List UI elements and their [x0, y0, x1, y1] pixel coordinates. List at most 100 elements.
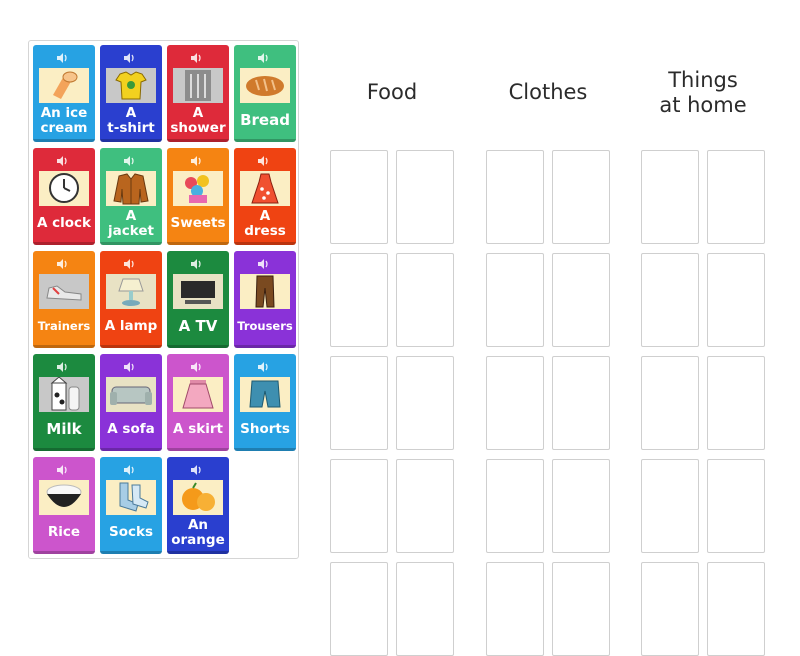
speaker-icon[interactable]	[190, 255, 202, 269]
drop-slot-food[interactable]	[396, 253, 454, 347]
card-label: Trainers	[37, 319, 91, 333]
card-label: A shower	[170, 104, 226, 136]
card-orange[interactable]: An orange	[167, 457, 229, 554]
speaker-icon[interactable]	[257, 358, 269, 372]
card-label: A clock	[36, 215, 92, 231]
drop-slot-food[interactable]	[330, 150, 388, 244]
speaker-icon[interactable]	[56, 358, 68, 372]
drop-slot-things-at-home[interactable]	[707, 562, 765, 656]
card-lamp[interactable]: A lamp	[100, 251, 162, 348]
drop-slot-things-at-home[interactable]	[641, 356, 699, 450]
drop-slot-things-at-home[interactable]	[641, 562, 699, 656]
card-trousers[interactable]: Trousers	[234, 251, 296, 348]
card-jacket[interactable]: A jacket	[100, 148, 162, 245]
drop-slot-things-at-home[interactable]	[707, 459, 765, 553]
speaker-icon[interactable]	[123, 152, 135, 166]
ice-cream-icon	[39, 68, 89, 103]
speaker-icon[interactable]	[257, 152, 269, 166]
card-label: A jacket	[108, 207, 154, 239]
card-label: A t-shirt	[107, 104, 155, 136]
trousers-icon	[240, 274, 290, 309]
lamp-icon	[106, 274, 156, 309]
drop-slot-food[interactable]	[330, 459, 388, 553]
speaker-icon[interactable]	[56, 49, 68, 63]
drop-slot-clothes[interactable]	[552, 562, 610, 656]
card-skirt[interactable]: A skirt	[167, 354, 229, 451]
card-label: Sweets	[170, 215, 226, 231]
card-label: Shorts	[240, 421, 290, 437]
drop-slot-food[interactable]	[396, 459, 454, 553]
group-heading-food: Food	[366, 80, 418, 104]
speaker-icon[interactable]	[257, 255, 269, 269]
shower-icon	[173, 68, 223, 103]
card-shower[interactable]: A shower	[167, 45, 229, 142]
speaker-icon[interactable]	[190, 358, 202, 372]
card-bread[interactable]: Bread	[234, 45, 296, 142]
rice-icon	[39, 480, 89, 515]
orange-icon	[173, 480, 223, 515]
drop-slot-food[interactable]	[396, 150, 454, 244]
card-sofa[interactable]: A sofa	[100, 354, 162, 451]
card-label: Socks	[108, 524, 153, 540]
speaker-icon[interactable]	[123, 358, 135, 372]
card-clock[interactable]: A clock	[33, 148, 95, 245]
drop-slot-clothes[interactable]	[486, 253, 544, 347]
drop-slot-clothes[interactable]	[552, 253, 610, 347]
clock-icon	[39, 171, 89, 206]
drop-slot-food[interactable]	[330, 356, 388, 450]
skirt-icon	[173, 377, 223, 412]
speaker-icon[interactable]	[56, 255, 68, 269]
speaker-icon[interactable]	[56, 461, 68, 475]
drop-slot-food[interactable]	[396, 562, 454, 656]
card-label: A sofa	[107, 421, 155, 437]
sweets-icon	[173, 171, 223, 206]
drop-slot-clothes[interactable]	[486, 356, 544, 450]
card-trainers[interactable]: Trainers	[33, 251, 95, 348]
drop-slot-clothes[interactable]	[552, 150, 610, 244]
drop-slot-clothes[interactable]	[486, 150, 544, 244]
sofa-icon	[106, 377, 156, 412]
card-tray: An ice cream A t-shirt A shower Bread A cloc…	[28, 40, 299, 559]
bread-icon	[240, 68, 290, 103]
drop-slot-clothes[interactable]	[486, 459, 544, 553]
card-dress[interactable]: A dress	[234, 148, 296, 245]
card-milk[interactable]: Milk	[33, 354, 95, 451]
drop-slot-clothes[interactable]	[486, 562, 544, 656]
speaker-icon[interactable]	[190, 461, 202, 475]
card-sweets[interactable]: Sweets	[167, 148, 229, 245]
shorts-icon	[240, 377, 290, 412]
t-shirt-icon	[106, 68, 156, 103]
speaker-icon[interactable]	[190, 152, 202, 166]
speaker-icon[interactable]	[123, 255, 135, 269]
card-label: An orange	[171, 516, 225, 548]
drop-slot-food[interactable]	[396, 356, 454, 450]
card-rice[interactable]: Rice	[33, 457, 95, 554]
card-shorts[interactable]: Shorts	[234, 354, 296, 451]
drop-slot-things-at-home[interactable]	[707, 150, 765, 244]
drop-slot-things-at-home[interactable]	[707, 253, 765, 347]
drop-slot-food[interactable]	[330, 253, 388, 347]
card-label: A dress	[244, 207, 286, 239]
drop-slot-clothes[interactable]	[552, 459, 610, 553]
drop-slot-things-at-home[interactable]	[707, 356, 765, 450]
drop-slot-clothes[interactable]	[552, 356, 610, 450]
drop-slot-things-at-home[interactable]	[641, 459, 699, 553]
drop-slot-things-at-home[interactable]	[641, 150, 699, 244]
card-t-shirt[interactable]: A t-shirt	[100, 45, 162, 142]
card-ice-cream[interactable]: An ice cream	[33, 45, 95, 142]
dress-icon	[240, 171, 290, 206]
speaker-icon[interactable]	[56, 152, 68, 166]
group-heading-things-at-home: Things at home	[659, 68, 747, 117]
jacket-icon	[106, 171, 156, 206]
drop-slot-food[interactable]	[330, 562, 388, 656]
socks-icon	[106, 480, 156, 515]
card-label: Milk	[46, 420, 82, 438]
tv-icon	[173, 274, 223, 309]
card-socks[interactable]: Socks	[100, 457, 162, 554]
drop-slot-things-at-home[interactable]	[641, 253, 699, 347]
card-tv[interactable]: A TV	[167, 251, 229, 348]
speaker-icon[interactable]	[190, 49, 202, 63]
speaker-icon[interactable]	[123, 461, 135, 475]
speaker-icon[interactable]	[123, 49, 135, 63]
speaker-icon[interactable]	[257, 49, 269, 63]
